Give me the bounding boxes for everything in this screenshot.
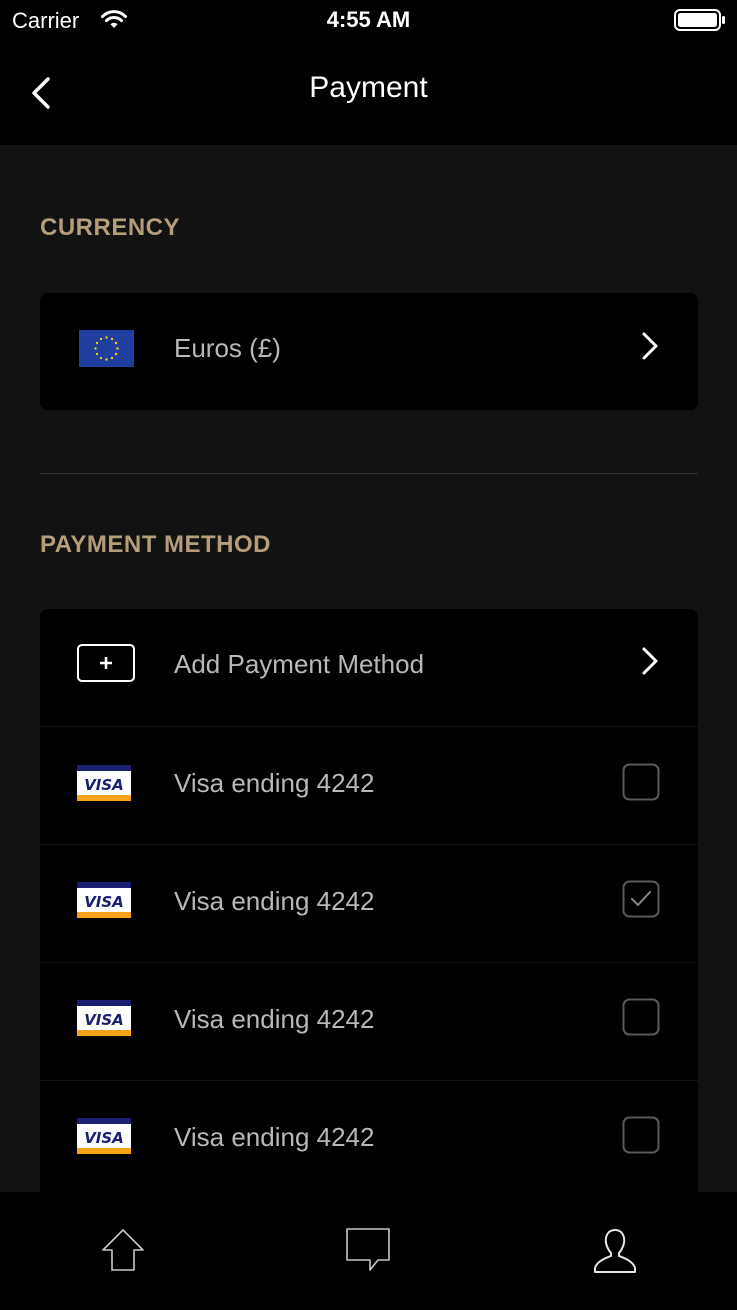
eu-star: [99, 337, 103, 341]
visa-card-icon: VISA: [77, 1000, 131, 1036]
card-label: Visa ending 4242: [174, 768, 375, 798]
card-label: Visa ending 4242: [174, 886, 375, 916]
eu-star: [94, 347, 97, 350]
home-icon[interactable]: [99, 1226, 147, 1279]
section-divider: [40, 473, 698, 474]
card-select-checkbox[interactable]: [622, 763, 660, 801]
eu-star: [105, 336, 108, 339]
eu-star: [99, 356, 103, 360]
visa-brand-text: VISA: [84, 1129, 124, 1147]
currency-row[interactable]: Euros (£): [40, 293, 698, 410]
eu-star: [114, 341, 118, 345]
checkmark-icon: [631, 891, 651, 906]
status-bar: Carrier 4:55 AM: [0, 0, 737, 40]
eu-star: [105, 358, 108, 361]
eu-star: [116, 347, 119, 350]
card-row[interactable]: VISA Visa ending 4242: [40, 1081, 698, 1192]
chevron-right-icon: [638, 328, 662, 364]
visa-card-icon: VISA: [77, 765, 131, 801]
card-row[interactable]: VISA Visa ending 4242: [40, 727, 698, 844]
eu-star: [95, 352, 99, 356]
add-payment-method-row[interactable]: Add Payment Method: [40, 609, 698, 726]
card-select-checkbox[interactable]: [622, 998, 660, 1036]
chevron-right-icon: [638, 643, 662, 679]
eu-star: [95, 341, 99, 345]
visa-brand-text: VISA: [84, 776, 124, 794]
status-time: 4:55 AM: [326, 7, 411, 32]
currency-label: Euros (£): [174, 333, 281, 363]
card-select-checkbox-checked[interactable]: [622, 880, 660, 918]
add-payment-method-label: Add Payment Method: [174, 649, 425, 679]
card-select-checkbox[interactable]: [622, 1116, 660, 1154]
visa-brand-text: VISA: [84, 893, 124, 911]
eu-star: [110, 356, 114, 360]
visa-brand-text: VISA: [84, 1011, 124, 1029]
payment-method-header: PAYMENT METHOD: [40, 531, 272, 558]
card-label: Visa ending 4242: [174, 1122, 375, 1152]
page-title: Payment: [309, 71, 428, 104]
card-row[interactable]: VISA Visa ending 4242: [40, 845, 698, 962]
tab-bar: [0, 1192, 737, 1310]
visa-card-icon: VISA: [77, 882, 131, 918]
visa-card-icon: VISA: [77, 1118, 131, 1154]
payment-content[interactable]: CURRENCY Euros (£) PAYMENT METHOD Add Pa…: [0, 145, 737, 1192]
chat-icon[interactable]: [344, 1226, 392, 1279]
card-label: Visa ending 4242: [174, 1004, 375, 1034]
card-row[interactable]: VISA Visa ending 4242: [40, 963, 698, 1080]
navigation-bar: Payment: [0, 40, 737, 145]
currency-header: CURRENCY: [40, 214, 181, 241]
eu-star: [114, 352, 118, 356]
profile-icon[interactable]: [591, 1226, 639, 1279]
battery-icon: [674, 9, 726, 31]
add-card-icon: [77, 644, 135, 682]
eu-star: [110, 337, 114, 341]
eu-flag-icon: [79, 330, 134, 367]
